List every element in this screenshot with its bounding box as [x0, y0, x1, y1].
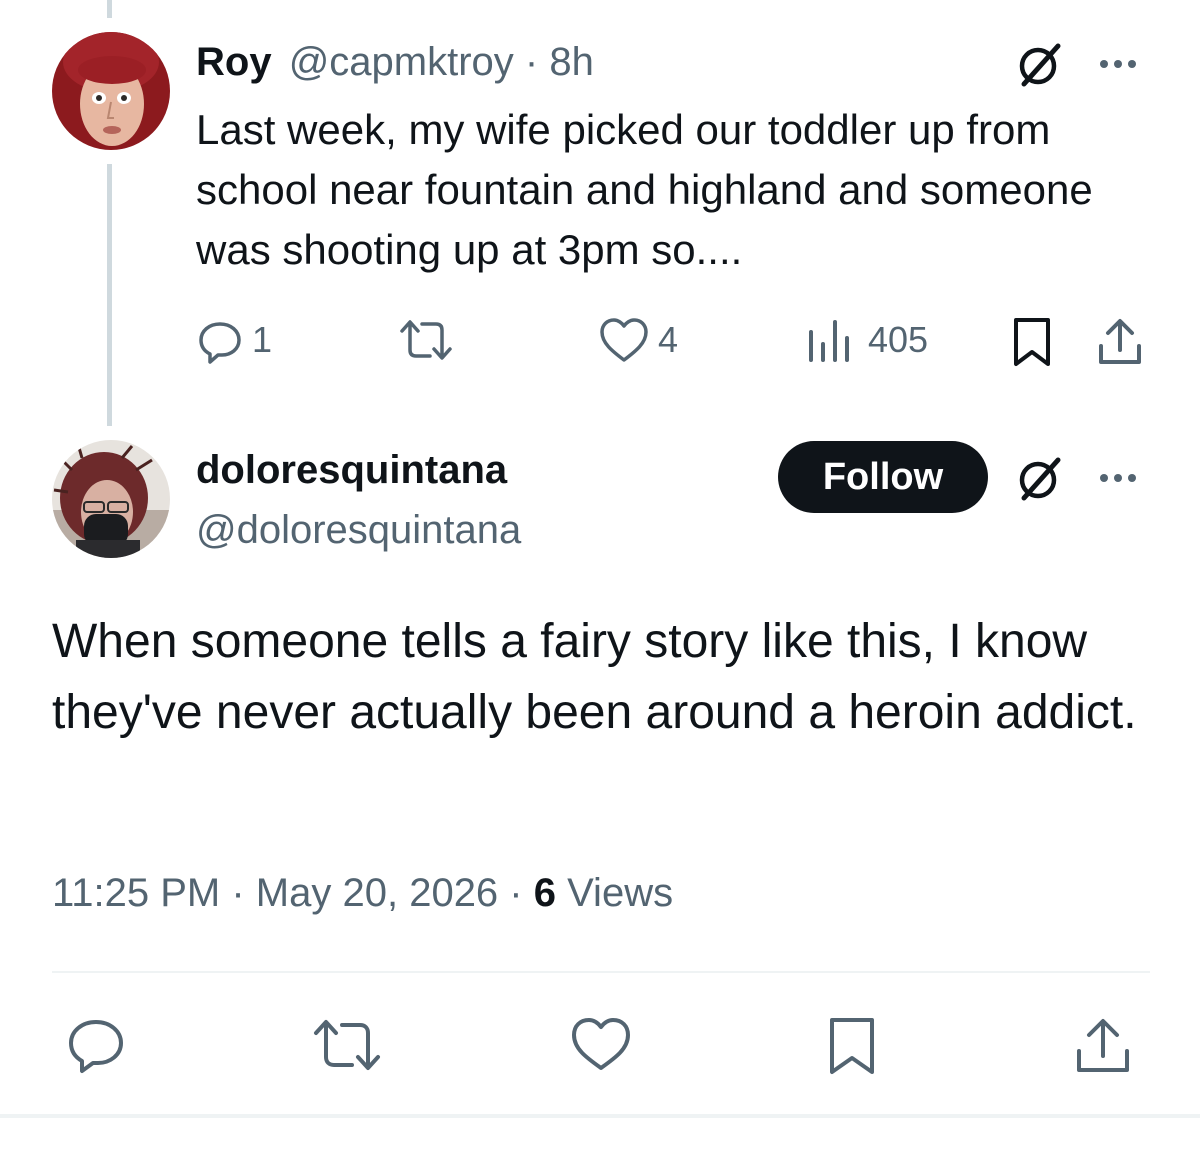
- meta-separator: ·: [220, 871, 256, 915]
- tweet-date[interactable]: May 20, 2026: [256, 871, 498, 915]
- author-display-name[interactable]: Roy: [196, 40, 272, 84]
- more-options-icon[interactable]: [1100, 54, 1152, 74]
- reply-icon: [69, 1020, 123, 1073]
- thread-line: [107, 164, 112, 426]
- meta-separator: ·: [498, 871, 534, 915]
- views-button[interactable]: 405: [806, 316, 928, 364]
- like-count: 4: [658, 319, 679, 360]
- reply-button[interactable]: 1: [196, 316, 272, 364]
- views-chart-icon: [809, 320, 849, 362]
- parent-tweet-text: Last week, my wife picked our toddler up…: [196, 106, 1093, 273]
- like-button[interactable]: [570, 1016, 632, 1072]
- avatar-roy[interactable]: [52, 32, 170, 150]
- retweet-icon: [314, 1020, 380, 1070]
- more-options-icon[interactable]: [1100, 468, 1152, 488]
- reply-button[interactable]: [66, 1016, 126, 1074]
- views-count: 405: [868, 319, 929, 360]
- reply-icon: [199, 322, 241, 364]
- avatar-doloresquintana[interactable]: [52, 440, 170, 558]
- bookmark-button[interactable]: [826, 1016, 878, 1076]
- reply-tweet-meta: 11:25 PM · May 20, 2026 · 6 Views: [52, 866, 673, 920]
- meta-separator: ·: [513, 40, 550, 84]
- reply-count: 1: [252, 319, 273, 360]
- reply-tweet-text: When someone tells a fairy story like th…: [52, 615, 1137, 739]
- author-handle[interactable]: @capmktroy: [289, 40, 514, 84]
- share-icon: [1099, 319, 1141, 364]
- retweet-icon: [400, 320, 452, 360]
- thread-line-top: [107, 0, 112, 18]
- retweet-button[interactable]: [398, 316, 454, 364]
- bookmark-icon: [1014, 318, 1050, 366]
- share-button[interactable]: [1096, 316, 1144, 368]
- heart-icon: [600, 318, 648, 362]
- share-button[interactable]: [1074, 1016, 1132, 1076]
- like-button[interactable]: 4: [598, 316, 678, 364]
- reply-tweet-actions: [0, 1016, 1200, 1076]
- tweet-thread-view: Roy @capmktroy · 8h Last week, my wife p…: [0, 0, 1200, 1155]
- retweet-button[interactable]: [312, 1016, 382, 1074]
- parent-tweet-header: Roy @capmktroy · 8h: [196, 38, 594, 86]
- heart-icon: [572, 1018, 630, 1070]
- parent-tweet-actions: 1 4 405: [0, 316, 1200, 376]
- grok-icon[interactable]: [1014, 452, 1066, 504]
- bookmark-button[interactable]: [1010, 316, 1054, 368]
- follow-button[interactable]: Follow: [778, 441, 988, 513]
- reply-author-handle[interactable]: @doloresquintana: [196, 506, 521, 554]
- divider: [0, 1114, 1200, 1118]
- bookmark-icon: [830, 1018, 874, 1074]
- divider: [52, 971, 1150, 973]
- views-label: Views: [555, 871, 674, 915]
- share-icon: [1077, 1019, 1129, 1072]
- tweet-time[interactable]: 11:25 PM: [52, 871, 220, 915]
- tweet-age[interactable]: 8h: [549, 40, 594, 84]
- reply-author-display-name[interactable]: doloresquintana: [196, 446, 507, 494]
- grok-icon[interactable]: [1014, 38, 1066, 90]
- views-count: 6: [533, 871, 556, 915]
